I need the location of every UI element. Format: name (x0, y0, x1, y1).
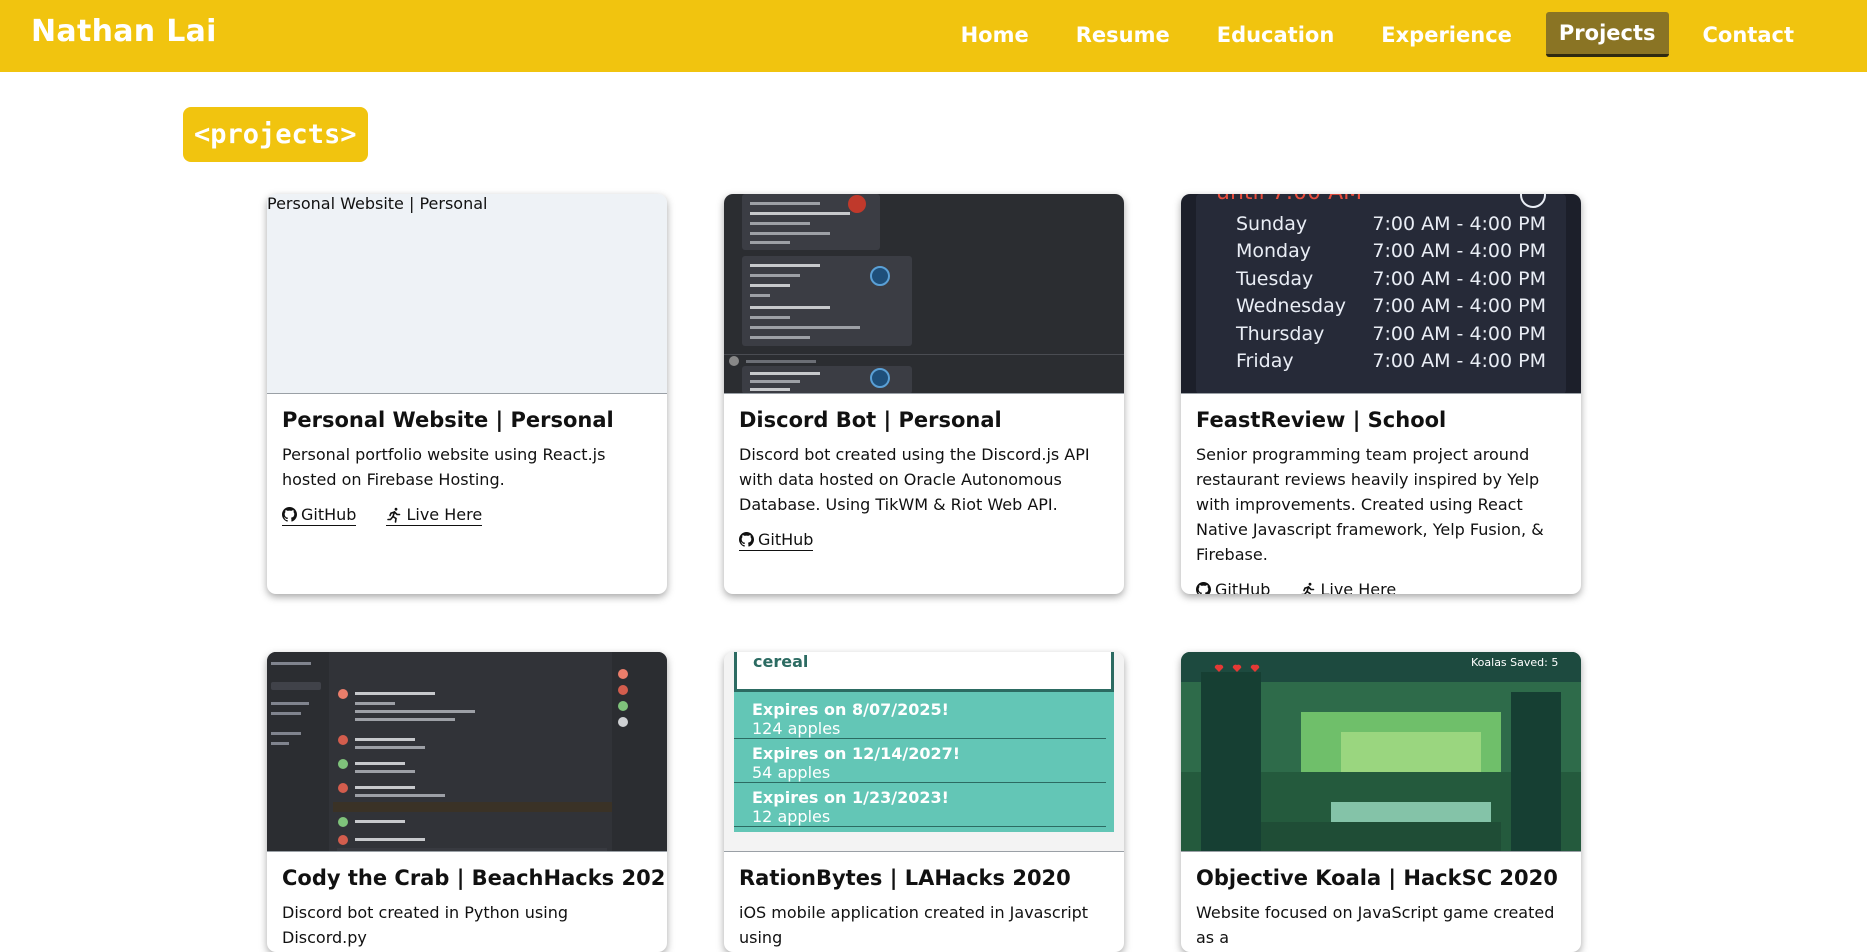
project-description: Senior programming team project around r… (1196, 445, 1544, 564)
running-person-icon (387, 507, 401, 523)
expiry-item: Expires on 8/07/2025! 124 apples (734, 692, 1106, 739)
github-icon (282, 507, 297, 522)
nav-link-projects[interactable]: Projects (1545, 12, 1669, 57)
hours-row: Tuesday 7:00 AM - 4:00 PM (1236, 267, 1546, 290)
nav-links: Home Resume Education Experience Project… (927, 12, 1807, 57)
discord-screenshot-image (724, 194, 1124, 393)
image-alt-text: Personal Website | Personal (267, 194, 488, 213)
navbar: Nathan Lai Home Resume Education Experie… (0, 0, 1867, 72)
project-title: Objective Koala | HackSC 2020 (1196, 866, 1558, 890)
project-description: Personal portfolio website using React.j… (282, 445, 606, 489)
project-image: until 7:00 AM Sunday7:00 AM - 4:00 PM Mo… (1181, 194, 1581, 394)
expiry-item: Expires on 12/14/2027! 54 apples (734, 739, 1106, 783)
project-image: cereal Expires on 8/07/2025! 124 apples … (724, 652, 1124, 852)
github-link-label: GitHub (758, 530, 814, 549)
brand-name[interactable]: Nathan Lai (31, 14, 217, 49)
github-link[interactable]: GitHub (282, 505, 357, 526)
live-here-link[interactable]: Live Here (1300, 580, 1396, 594)
github-link[interactable]: GitHub (739, 530, 814, 551)
section-tag: <projects> (183, 107, 368, 162)
nav-link-experience[interactable]: Experience (1368, 12, 1525, 57)
live-here-link-label: Live Here (1320, 580, 1397, 594)
pixel-forest-game-image: Koalas Saved: 5 (1181, 652, 1581, 851)
project-card-personal-website: Personal Website | Personal Personal Web… (267, 194, 667, 594)
hours-screenshot: until 7:00 AM Sunday7:00 AM - 4:00 PM Mo… (1196, 194, 1566, 393)
hours-header: until 7:00 AM (1216, 194, 1362, 210)
koalas-saved-counter: Koalas Saved: 5 (1471, 656, 1558, 669)
expiry-item: Expires on 1/23/2023! 12 apples (734, 783, 1106, 827)
hours-row: Thursday 7:00 AM - 4:00 PM (1236, 322, 1546, 345)
nav-link-contact[interactable]: Contact (1690, 12, 1808, 57)
hours-row: Monday 7:00 AM - 4:00 PM (1236, 240, 1546, 263)
project-card-cody-the-crab: Cody the Crab | BeachHacks 2021 Discord … (267, 652, 667, 952)
hours-row: Friday 7:00 AM - 4:00 PM (1236, 350, 1546, 373)
project-image: Koalas Saved: 5 (1181, 652, 1581, 852)
discord-chat-screenshot-image (267, 652, 667, 851)
project-title: FeastReview | School (1196, 408, 1447, 432)
project-card-rationbytes: cereal Expires on 8/07/2025! 124 apples … (724, 652, 1124, 952)
project-card-objective-koala: Koalas Saved: 5 Objective Koala | HackSC… (1181, 652, 1581, 952)
live-here-link-label: Live Here (406, 505, 483, 524)
github-link-label: GitHub (301, 505, 357, 524)
project-description: Discord bot created in Python using Disc… (282, 903, 568, 947)
project-image (267, 652, 667, 852)
project-description: Discord bot created using the Discord.js… (739, 445, 1090, 514)
project-title: Discord Bot | Personal (739, 408, 1002, 432)
app-screenshot: cereal Expires on 8/07/2025! 124 apples … (734, 652, 1114, 832)
github-link-label: GitHub (1215, 580, 1271, 594)
hours-row: Sunday 7:00 AM - 4:00 PM (1236, 212, 1546, 235)
nav-link-home[interactable]: Home (948, 12, 1042, 57)
hours-row: Wednesday 7:00 AM - 4:00 PM (1236, 295, 1546, 318)
github-icon (1196, 582, 1211, 594)
item-header: cereal (734, 652, 1114, 692)
project-title: Personal Website | Personal (282, 408, 614, 432)
project-description: Website focused on JavaScript game creat… (1196, 903, 1555, 947)
live-here-link[interactable]: Live Here (386, 505, 483, 526)
github-icon (739, 532, 754, 547)
hours-indicator (1520, 194, 1546, 208)
project-image (724, 194, 1124, 394)
nav-link-resume[interactable]: Resume (1063, 12, 1183, 57)
running-person-icon (1301, 582, 1315, 594)
project-title: Cody the Crab | BeachHacks 2021 (282, 866, 667, 890)
project-image: Personal Website | Personal (267, 194, 667, 394)
project-description: iOS mobile application created in Javasc… (739, 903, 1089, 947)
github-link[interactable]: GitHub (1196, 580, 1270, 594)
nav-link-education[interactable]: Education (1204, 12, 1348, 57)
project-title: RationBytes | LAHacks 2020 (739, 866, 1071, 890)
project-card-discord-bot: Discord Bot | Personal Discord bot creat… (724, 194, 1124, 594)
project-card-feastreview: until 7:00 AM Sunday7:00 AM - 4:00 PM Mo… (1181, 194, 1581, 594)
